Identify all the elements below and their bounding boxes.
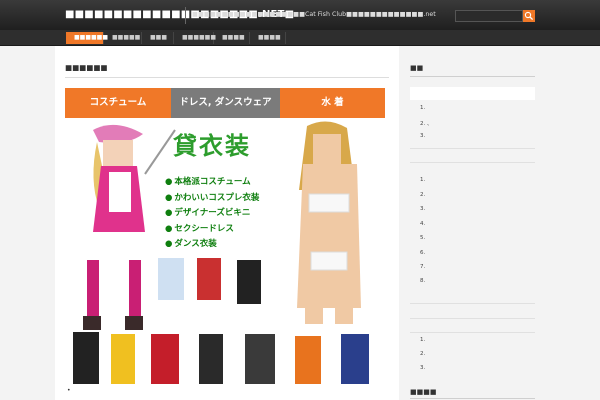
sidebar-list-item[interactable]: 5. [420,235,425,241]
costume-thumbnails-upper [158,258,261,304]
main-content: ■■■■■■ コスチューム ドレス, ダンスウェア 水 着 貸衣装 ● 本格派コ… [55,46,399,400]
sidebar-list-item[interactable]: 3. [420,206,425,212]
banner-item: ダンス衣装 [165,237,259,253]
list-bullet: • [67,387,71,394]
post-title[interactable]: ■■■■■■ [65,63,108,72]
sidebar-list-item[interactable]: 1. [420,337,425,343]
sidebar-list-item[interactable]: 8. [420,278,425,284]
title-divider [65,77,389,78]
sidebar-list-item[interactable]: 2. [420,351,425,357]
sidebar-list-item[interactable]: 1. [420,105,425,111]
category-dress-button[interactable]: ドレス, ダンスウェア [171,88,280,118]
nav-item-5[interactable]: ■■■■ [214,32,250,44]
banner-heading: 貸衣装 [173,132,251,160]
sidebar-divider [410,148,535,149]
search-input[interactable] [455,10,523,22]
costume-thumbnails-lower [73,332,369,384]
category-costume-button[interactable]: コスチューム [65,88,171,118]
main-nav: ■■■■■■ ■■■■■ ■■■ ■■■■■■ ■■■■ ■■■■ [0,30,600,46]
header-divider [185,7,186,24]
magnifier-icon [524,11,534,21]
nav-item-6[interactable]: ■■■■ [250,32,286,44]
sidebar-divider [410,332,535,333]
sidebar-list-item[interactable]: 4. [420,221,425,227]
site-tagline: ■■■■■■■■■■■■■■■■■■■Cat Fish Club■■■■■■■■… [192,11,436,18]
banner-item: かわいいコスプレ衣装 [165,191,259,207]
nav-item-home[interactable]: ■■■■■■ [66,32,108,44]
category-bar: コスチューム ドレス, ダンスウェア 水 着 [65,88,385,118]
sidebar-divider [410,162,535,163]
bikini-model-figure [297,121,361,324]
nav-item-4[interactable]: ■■■■■■ [174,32,216,44]
category-swimwear-button[interactable]: 水 着 [280,88,385,118]
search-button[interactable] [523,10,535,22]
nav-item-2[interactable]: ■■■■■ [104,32,142,44]
sidebar-list-item[interactable]: 2. 、 [420,119,433,127]
sidebar-list-item[interactable]: 3. [420,365,425,371]
banner-item: セクシードレス [165,222,259,238]
site-header: ■■■■■■■■■■■■■■■■■■■■.NET■ ■■■■■■■■■■■■■■… [0,0,600,30]
sidebar: ■■ 1. 2. 、 3. 1. 2. 3. 4. 5. 6. 7. 8. 1.… [400,46,600,400]
sidebar-divider [410,318,535,319]
banner-item: 本格派コスチューム [165,175,259,191]
sidebar-list-item[interactable]: 7. [420,264,425,270]
sidebar-widget-title: ■■■■ [410,388,437,396]
banner-feature-list: 本格派コスチューム かわいいコスプレ衣装 デザイナーズビキニ セクシードレス ダ… [165,175,259,253]
sidebar-list-item[interactable]: 3. [420,133,425,139]
sidebar-list-item[interactable]: 1. [420,177,425,183]
nav-item-3[interactable]: ■■■ [142,32,174,44]
banner-item: デザイナーズビキニ [165,206,259,222]
sidebar-list-item[interactable]: 2. [420,192,425,198]
sidebar-list-item[interactable]: 6. [420,250,425,256]
widget-divider [410,398,535,399]
sidebar-white-box [410,87,535,100]
sidebar-widget-title: ■■ [410,64,424,72]
rental-costume-banner[interactable]: 貸衣装 本格派コスチューム かわいいコスプレ衣装 デザイナーズビキニ セクシード… [65,120,385,390]
sidebar-divider [410,303,535,304]
widget-divider [410,76,535,77]
